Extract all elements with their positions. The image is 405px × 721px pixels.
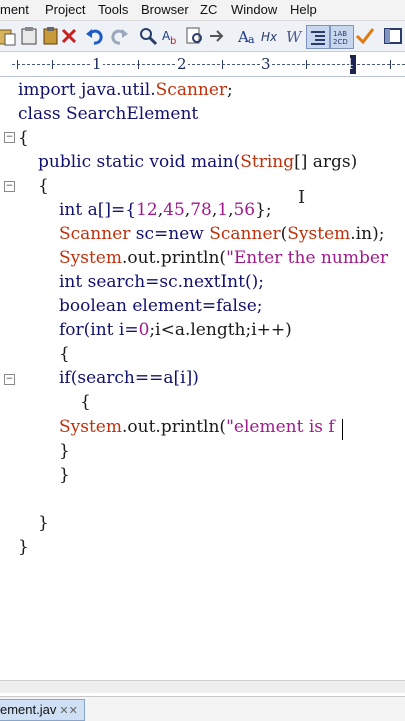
document-tab-bar: ement.jav ✕✕ bbox=[0, 696, 405, 721]
code-line: System.out.println("element is f bbox=[59, 417, 335, 437]
paste-icon[interactable] bbox=[0, 25, 18, 47]
ruler-tick bbox=[17, 60, 18, 69]
code-line: for(int i=0;i<a.length;i++) bbox=[59, 320, 292, 340]
svg-text:2CD: 2CD bbox=[333, 38, 348, 46]
menu-item-window[interactable]: Window bbox=[231, 2, 277, 17]
svg-text:a: a bbox=[248, 33, 255, 46]
svg-text:1AB: 1AB bbox=[333, 30, 347, 38]
redo-icon[interactable] bbox=[108, 25, 130, 47]
code-line: { bbox=[18, 128, 29, 148]
fold-toggle-icon[interactable]: − bbox=[4, 374, 15, 385]
fold-toggle-icon[interactable]: − bbox=[4, 132, 15, 143]
code-line: } bbox=[38, 513, 49, 533]
close-icon[interactable]: ✕✕ bbox=[59, 705, 77, 717]
replace-icon[interactable]: Ab bbox=[160, 25, 182, 47]
clipboard-icon[interactable] bbox=[18, 25, 40, 47]
code-line: int search=sc.nextInt(); bbox=[59, 272, 264, 292]
ruler: 1 2 3 4 bbox=[0, 52, 405, 77]
code-line: import java.util.Scanner; bbox=[18, 80, 233, 100]
find-in-files-icon[interactable] bbox=[184, 25, 206, 47]
code-line: { bbox=[38, 176, 49, 196]
code-line: Scanner sc=new Scanner(System.in); bbox=[59, 224, 385, 244]
code-line: } bbox=[59, 441, 70, 461]
code-line: } bbox=[59, 465, 70, 485]
menu-item-project[interactable]: Project bbox=[45, 2, 85, 17]
fold-toggle-icon[interactable]: − bbox=[4, 181, 15, 192]
find-icon[interactable] bbox=[137, 25, 159, 47]
tab-file-label: ement.jav bbox=[0, 702, 57, 717]
svg-text:W: W bbox=[286, 28, 303, 46]
svg-text:Hx: Hx bbox=[261, 30, 278, 44]
menu-item-help[interactable]: Help bbox=[290, 2, 317, 17]
ruler-tick bbox=[52, 60, 53, 69]
code-line: int a[]={12,45,78,1,56}; bbox=[59, 200, 272, 220]
code-line: class SearchElement bbox=[18, 104, 199, 124]
hex-icon[interactable]: Hx bbox=[260, 25, 282, 47]
code-editor[interactable]: − − − import java.util.Scanner; class Se… bbox=[0, 77, 405, 677]
mouse-ibeam-cursor-icon: I bbox=[298, 187, 306, 208]
ruler-tick bbox=[138, 60, 139, 69]
horizontal-scrollbar[interactable] bbox=[0, 680, 405, 693]
ruler-label: 2 bbox=[176, 55, 188, 73]
ruler-label: 4 bbox=[344, 55, 354, 73]
goto-icon[interactable] bbox=[206, 25, 228, 47]
toolbar: Ab Aa Hx W 1AB 2CD bbox=[0, 21, 405, 52]
spell-check-icon[interactable] bbox=[354, 25, 376, 47]
code-line: public static void main(String[] args) bbox=[38, 152, 358, 172]
code-line: { bbox=[80, 392, 91, 412]
text-caret bbox=[342, 419, 343, 440]
menu-item-document[interactable]: ment bbox=[0, 2, 29, 17]
undo-icon[interactable] bbox=[84, 25, 106, 47]
code-line: if(search==a[i]) bbox=[59, 368, 199, 388]
font-case-icon[interactable]: Aa bbox=[236, 25, 258, 47]
menu-bar: ment Project Tools Browser ZC Window Hel… bbox=[0, 0, 405, 21]
ruler-tick bbox=[306, 60, 307, 69]
menu-item-zc[interactable]: ZC bbox=[200, 2, 217, 17]
ruler-tick bbox=[222, 60, 223, 69]
indent-icon[interactable] bbox=[306, 25, 330, 49]
word-wrap-icon[interactable]: W bbox=[284, 25, 306, 47]
code-line: boolean element=false; bbox=[59, 296, 263, 316]
code-line: } bbox=[18, 537, 29, 557]
code-line: { bbox=[59, 344, 70, 364]
svg-text:b: b bbox=[170, 36, 176, 47]
ruler-label: 3 bbox=[260, 55, 272, 73]
menu-item-browser[interactable]: Browser bbox=[141, 2, 189, 17]
code-line: System.out.println("Enter the number bbox=[59, 248, 394, 268]
tab-file[interactable]: ement.jav ✕✕ bbox=[0, 699, 85, 721]
panel-icon[interactable] bbox=[382, 25, 404, 47]
column-mode-icon[interactable]: 1AB 2CD bbox=[330, 25, 354, 49]
menu-item-tools[interactable]: Tools bbox=[98, 2, 128, 17]
ruler-label: 1 bbox=[91, 55, 103, 73]
delete-icon[interactable] bbox=[58, 25, 80, 47]
ruler-tick bbox=[390, 60, 391, 69]
